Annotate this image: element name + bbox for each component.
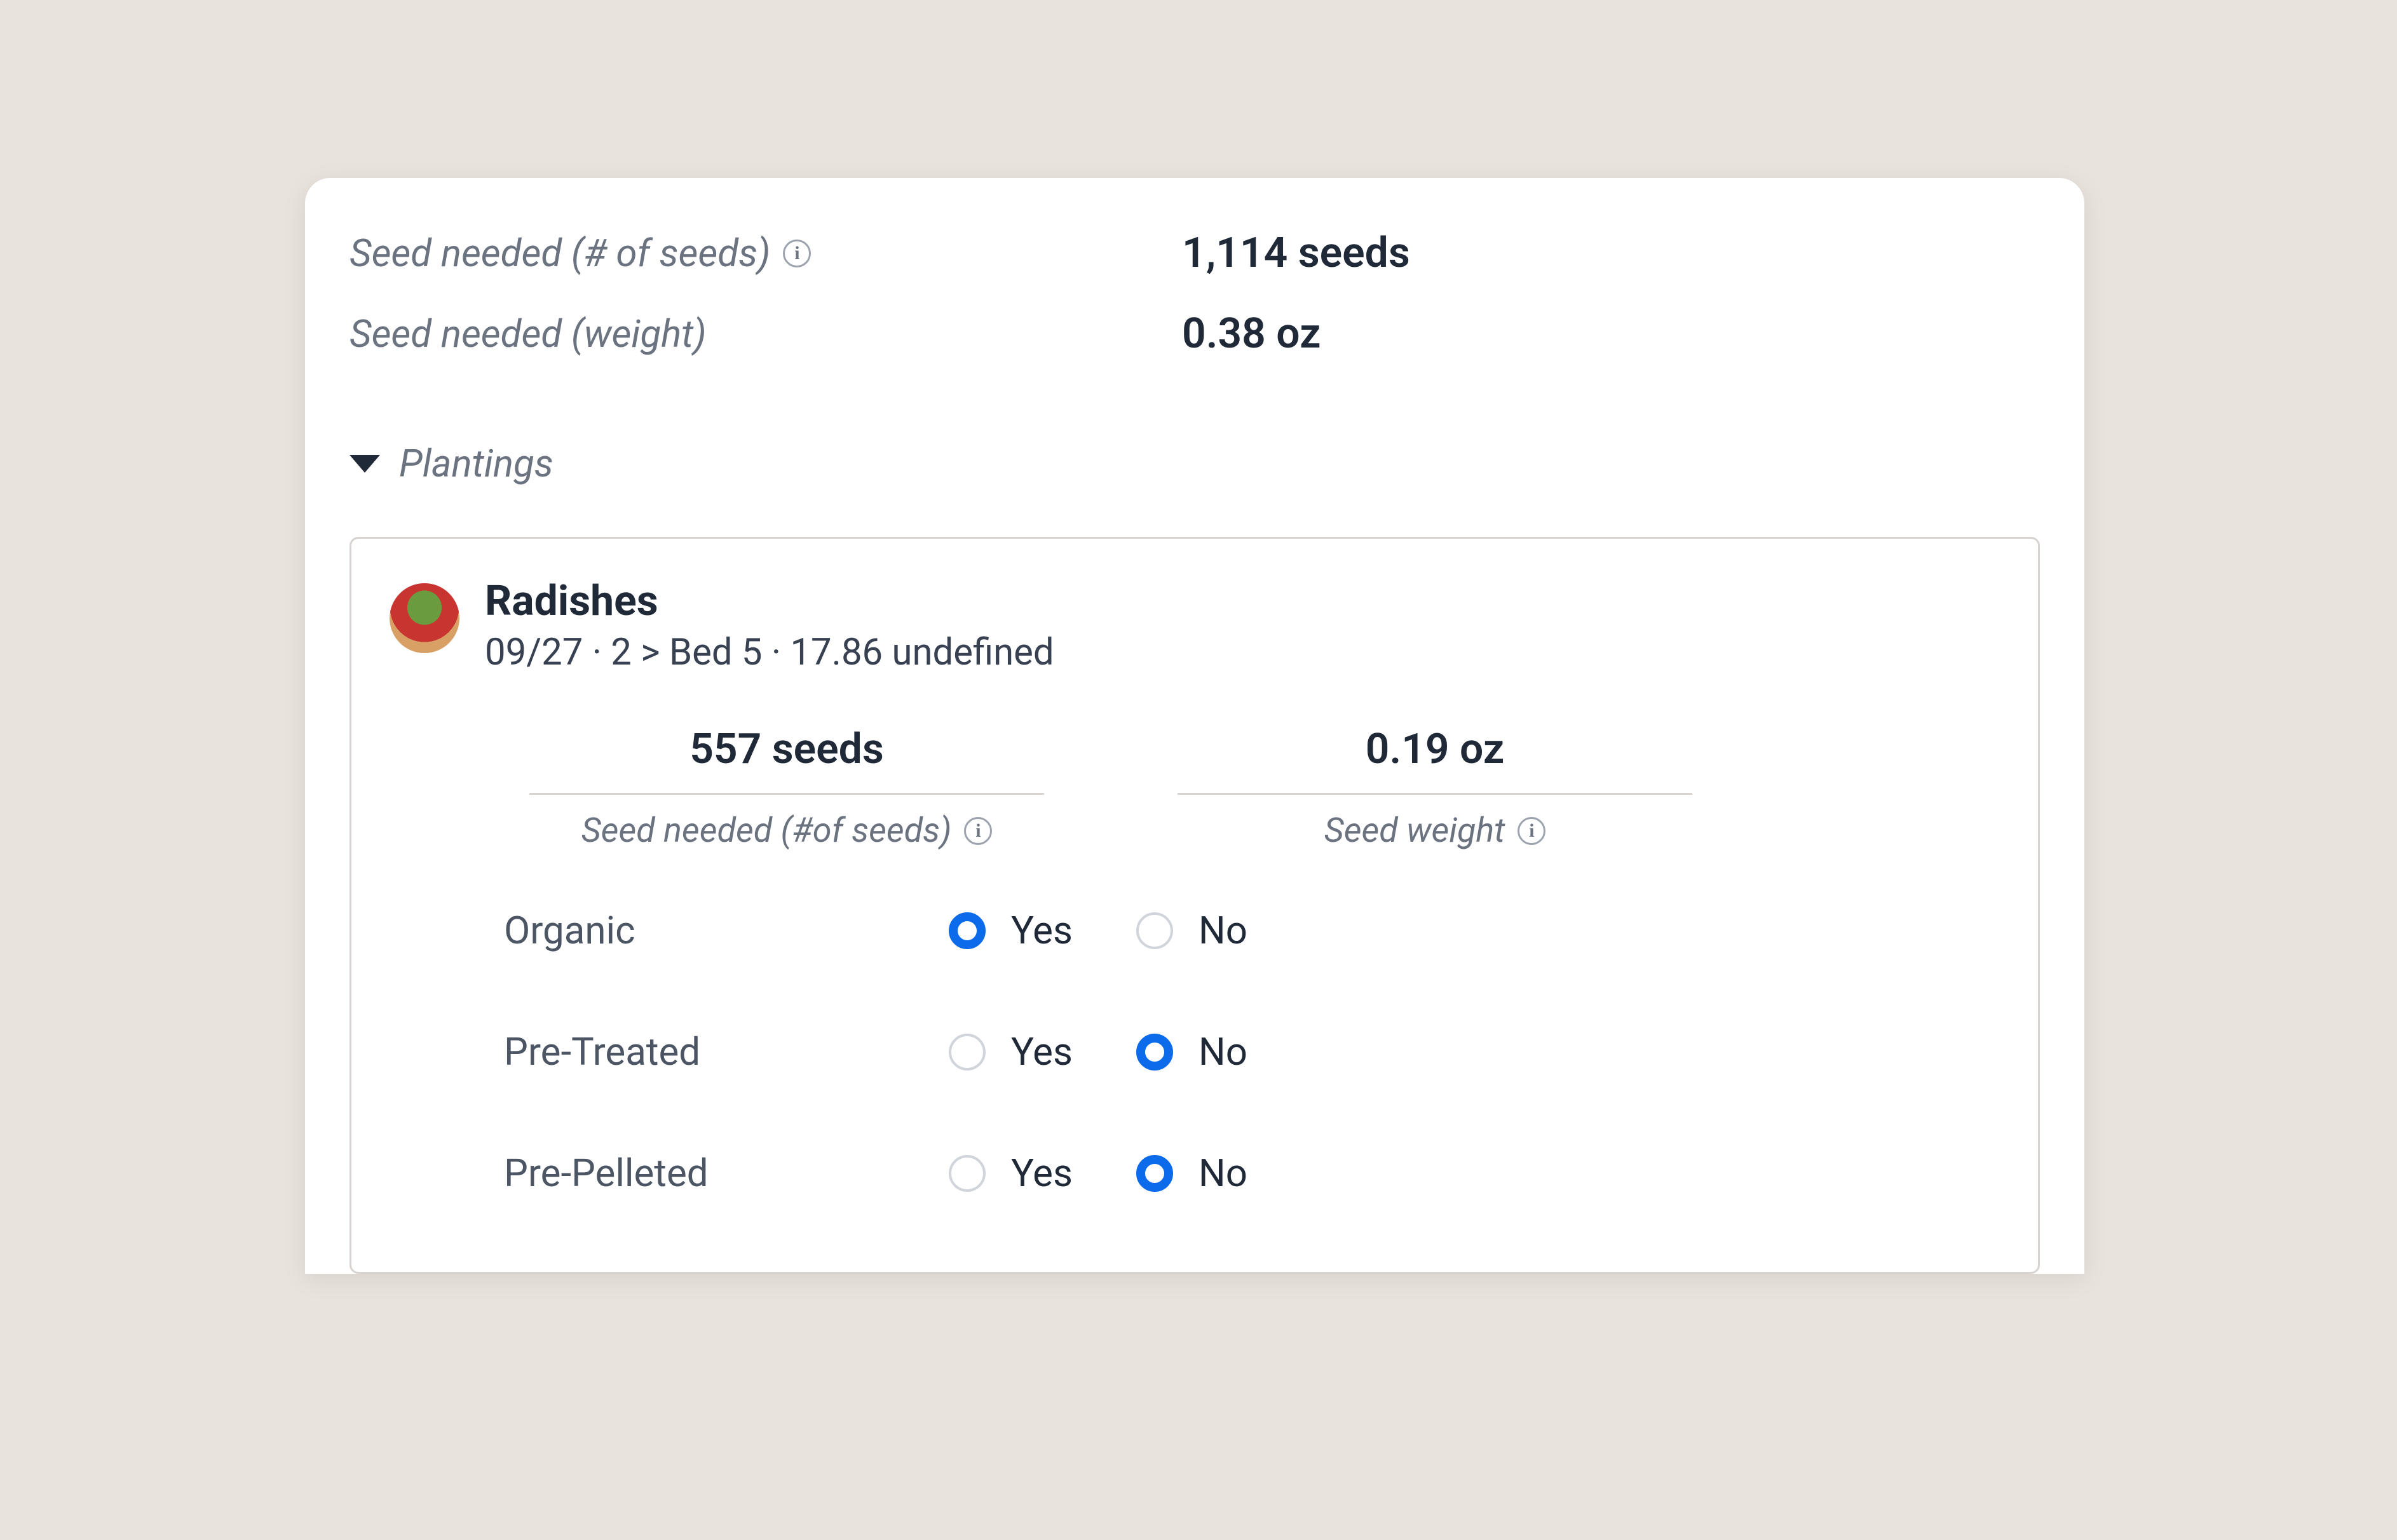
seed-count-value: 1,114 seeds <box>1182 229 1410 278</box>
seed-weight-label: Seed needed (weight) <box>350 311 707 356</box>
stat-weight-label: Seed weight <box>1324 811 1505 851</box>
stat-weight-value: 0.19 oz <box>1366 725 1505 793</box>
seed-summary-card: Seed needed (# of seeds) i 1,114 seeds S… <box>305 178 2084 1274</box>
radio-no[interactable] <box>1136 1155 1173 1192</box>
option-label: Pre-Treated <box>504 1029 949 1074</box>
option-row-prepelleted: Pre-Pelleted Yes No <box>390 1151 2000 1196</box>
radio-yes-label: Yes <box>1011 908 1073 953</box>
radio-no-label: No <box>1198 1151 1247 1196</box>
summary-label-weight: Seed needed (weight) <box>350 311 1182 356</box>
planting-subline: 09/27 · 2 > Bed 5 · 17.86 undefined <box>485 631 1054 674</box>
radio-yes-label: Yes <box>1011 1029 1073 1074</box>
radio-yes[interactable] <box>949 912 986 949</box>
radio-no-label: No <box>1198 908 1247 953</box>
seed-weight-value: 0.38 oz <box>1182 309 1321 358</box>
crop-avatar <box>390 583 459 653</box>
planting-stats: 557 seeds Seed needed (#of seeds) i 0.19… <box>390 725 2000 851</box>
option-label: Pre-Pelleted <box>504 1151 949 1196</box>
radio-no-group: No <box>1136 1151 1247 1196</box>
plantings-title: Plantings <box>399 441 553 486</box>
planting-header: Radishes 09/27 · 2 > Bed 5 · 17.86 undef… <box>390 577 2000 674</box>
radio-yes[interactable] <box>949 1155 986 1192</box>
radio-yes-label: Yes <box>1011 1151 1073 1196</box>
radio-yes-group: Yes <box>949 908 1073 953</box>
radio-no-group: No <box>1136 908 1247 953</box>
stat-weight: 0.19 oz Seed weight i <box>1178 725 1692 851</box>
option-label: Organic <box>504 908 949 953</box>
radio-no[interactable] <box>1136 912 1173 949</box>
stat-seeds: 557 seeds Seed needed (#of seeds) i <box>529 725 1044 851</box>
summary-row-weight: Seed needed (weight) 0.38 oz <box>350 309 2040 358</box>
radio-no-label: No <box>1198 1029 1247 1074</box>
summary-row-seeds: Seed needed (# of seeds) i 1,114 seeds <box>350 229 2040 278</box>
radio-yes-group: Yes <box>949 1029 1073 1074</box>
info-icon[interactable]: i <box>783 240 811 267</box>
planting-name: Radishes <box>485 577 1054 626</box>
option-row-pretreated: Pre-Treated Yes No <box>390 1029 2000 1074</box>
stat-seeds-value: 557 seeds <box>689 725 884 793</box>
chevron-down-icon <box>350 455 380 473</box>
option-row-organic: Organic Yes No <box>390 908 2000 953</box>
radio-yes[interactable] <box>949 1034 986 1071</box>
seed-count-label: Seed needed (# of seeds) <box>350 231 770 276</box>
info-icon[interactable]: i <box>964 817 992 845</box>
info-icon[interactable]: i <box>1518 817 1545 845</box>
planting-card: Radishes 09/27 · 2 > Bed 5 · 17.86 undef… <box>350 537 2040 1274</box>
radio-no[interactable] <box>1136 1034 1173 1071</box>
radio-yes-group: Yes <box>949 1151 1073 1196</box>
plantings-header[interactable]: Plantings <box>350 441 2040 486</box>
stat-seeds-label: Seed needed (#of seeds) <box>581 811 952 851</box>
radio-no-group: No <box>1136 1029 1247 1074</box>
summary-label-seeds: Seed needed (# of seeds) i <box>350 231 1182 276</box>
